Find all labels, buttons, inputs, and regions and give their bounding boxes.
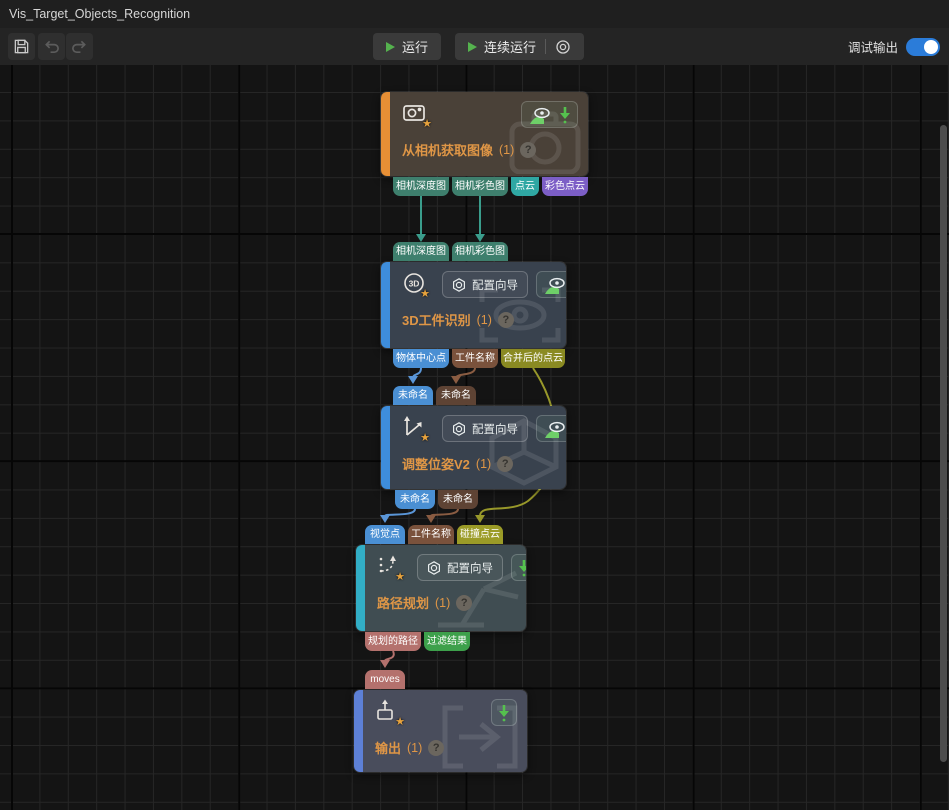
port-output[interactable]: 过滤结果 — [424, 632, 470, 651]
star-badge-icon: ★ — [420, 433, 430, 444]
star-badge-icon: ★ — [422, 119, 432, 130]
star-badge-icon: ★ — [395, 717, 405, 728]
undo-icon — [43, 38, 60, 55]
continuous-run-button[interactable]: 连续运行 — [455, 33, 584, 60]
save-button[interactable] — [8, 33, 35, 60]
node-run-count: (1) — [407, 741, 422, 755]
help-badge[interactable]: ? — [497, 456, 513, 472]
port-input[interactable]: 相机彩色图 — [452, 242, 508, 261]
node-run-count: (1) — [476, 457, 491, 471]
node-path-planning[interactable]: ★ 配置向导 路径规划 (1) ? — [355, 544, 527, 632]
node-run-count: (1) — [499, 143, 514, 157]
node-title: 从相机获取图像 — [402, 140, 493, 159]
node-title: 路径规划 — [377, 593, 429, 612]
port-input[interactable]: 碰撞点云 — [457, 525, 503, 544]
collapse-arrow-icon[interactable] — [559, 105, 571, 125]
visualization-eye-icon[interactable] — [543, 419, 566, 439]
help-badge[interactable]: ? — [520, 142, 536, 158]
port-input[interactable]: 未命名 — [436, 386, 476, 405]
camera-icon: ★ — [402, 101, 428, 127]
port-output[interactable]: 彩色点云 — [542, 177, 588, 196]
port-input[interactable]: moves — [365, 670, 405, 689]
config-wizard-button[interactable]: 配置向导 — [442, 415, 528, 442]
config-wizard-button[interactable]: 配置向导 — [442, 271, 528, 298]
debug-output-label: 调试输出 — [848, 37, 898, 56]
play-icon — [468, 42, 477, 52]
port-output[interactable]: 未命名 — [395, 490, 435, 509]
node-output[interactable]: ★ 输出 (1) ? — [353, 689, 528, 773]
help-badge[interactable]: ? — [456, 595, 472, 611]
node-accent-bar — [356, 545, 365, 631]
wizard-gear-icon — [452, 422, 466, 436]
port-input[interactable]: 未命名 — [393, 386, 433, 405]
toolbar: 运行 连续运行 调试输出 — [0, 28, 949, 65]
port-output[interactable]: 未命名 — [438, 490, 478, 509]
port-output[interactable]: 相机彩色图 — [452, 177, 508, 196]
debug-output-toggle[interactable] — [906, 38, 940, 56]
graph-canvas[interactable]: ★ 从相机获取图像 (1) ? 相机深度图 相机 — [0, 65, 949, 810]
output-icon: ★ — [375, 699, 401, 725]
redo-button[interactable] — [66, 33, 93, 60]
node-title: 3D工件识别 — [402, 310, 471, 329]
run-label: 运行 — [402, 37, 428, 56]
visualization-eye-icon[interactable] — [543, 275, 566, 295]
node-run-count: (1) — [435, 596, 450, 610]
config-wizard-button[interactable]: 配置向导 — [417, 554, 503, 581]
save-icon — [13, 38, 30, 55]
vertical-scrollbar[interactable] — [940, 125, 947, 762]
wizard-gear-icon — [452, 278, 466, 292]
node-adjust-pose-v2[interactable]: ★ 配置向导 — [380, 405, 567, 490]
wizard-gear-icon — [427, 561, 441, 575]
node-accent-bar — [354, 690, 363, 772]
toggle-knob — [924, 40, 938, 54]
node-run-count: (1) — [477, 313, 492, 327]
star-badge-icon: ★ — [395, 572, 405, 583]
play-icon — [386, 42, 395, 52]
port-output[interactable]: 合并后的点云 — [501, 349, 565, 368]
port-output[interactable]: 规划的路径 — [365, 632, 421, 651]
port-output[interactable]: 相机深度图 — [393, 177, 449, 196]
port-input[interactable]: 视觉点 — [365, 525, 405, 544]
node-3d-workpiece-recognition[interactable]: 3D ★ 配置向导 — [380, 261, 567, 349]
port-output[interactable]: 物体中心点 — [393, 349, 449, 368]
node-accent-bar — [381, 406, 390, 489]
port-input[interactable]: 相机深度图 — [393, 242, 449, 261]
run-button[interactable]: 运行 — [373, 33, 441, 60]
continuous-run-label: 连续运行 — [484, 37, 536, 56]
visualization-eye-icon[interactable] — [528, 105, 552, 125]
window-title: Vis_Target_Objects_Recognition — [9, 7, 190, 21]
port-output[interactable]: 点云 — [511, 177, 539, 196]
run-settings-gear-icon[interactable] — [555, 39, 571, 55]
node-title: 输出 — [375, 738, 401, 757]
adjust-pose-axes-icon: ★ — [402, 415, 426, 441]
collapse-arrow-icon[interactable] — [518, 558, 526, 578]
path-planning-icon: ★ — [377, 554, 401, 580]
collapse-arrow-icon[interactable] — [498, 703, 510, 723]
port-input[interactable]: 工件名称 — [408, 525, 454, 544]
3d-recognition-icon: 3D ★ — [402, 271, 426, 297]
star-badge-icon: ★ — [420, 289, 430, 300]
window-titlebar: Vis_Target_Objects_Recognition — [0, 0, 949, 28]
svg-text:3D: 3D — [409, 279, 420, 289]
help-badge[interactable]: ? — [428, 740, 444, 756]
node-title: 调整位姿V2 — [402, 454, 470, 473]
help-badge[interactable]: ? — [498, 312, 514, 328]
undo-button[interactable] — [38, 33, 65, 60]
divider — [545, 39, 546, 54]
node-capture-image-from-camera[interactable]: ★ 从相机获取图像 (1) ? — [380, 91, 589, 177]
port-output[interactable]: 工件名称 — [452, 349, 498, 368]
node-accent-bar — [381, 92, 390, 176]
node-accent-bar — [381, 262, 390, 348]
redo-icon — [71, 38, 88, 55]
